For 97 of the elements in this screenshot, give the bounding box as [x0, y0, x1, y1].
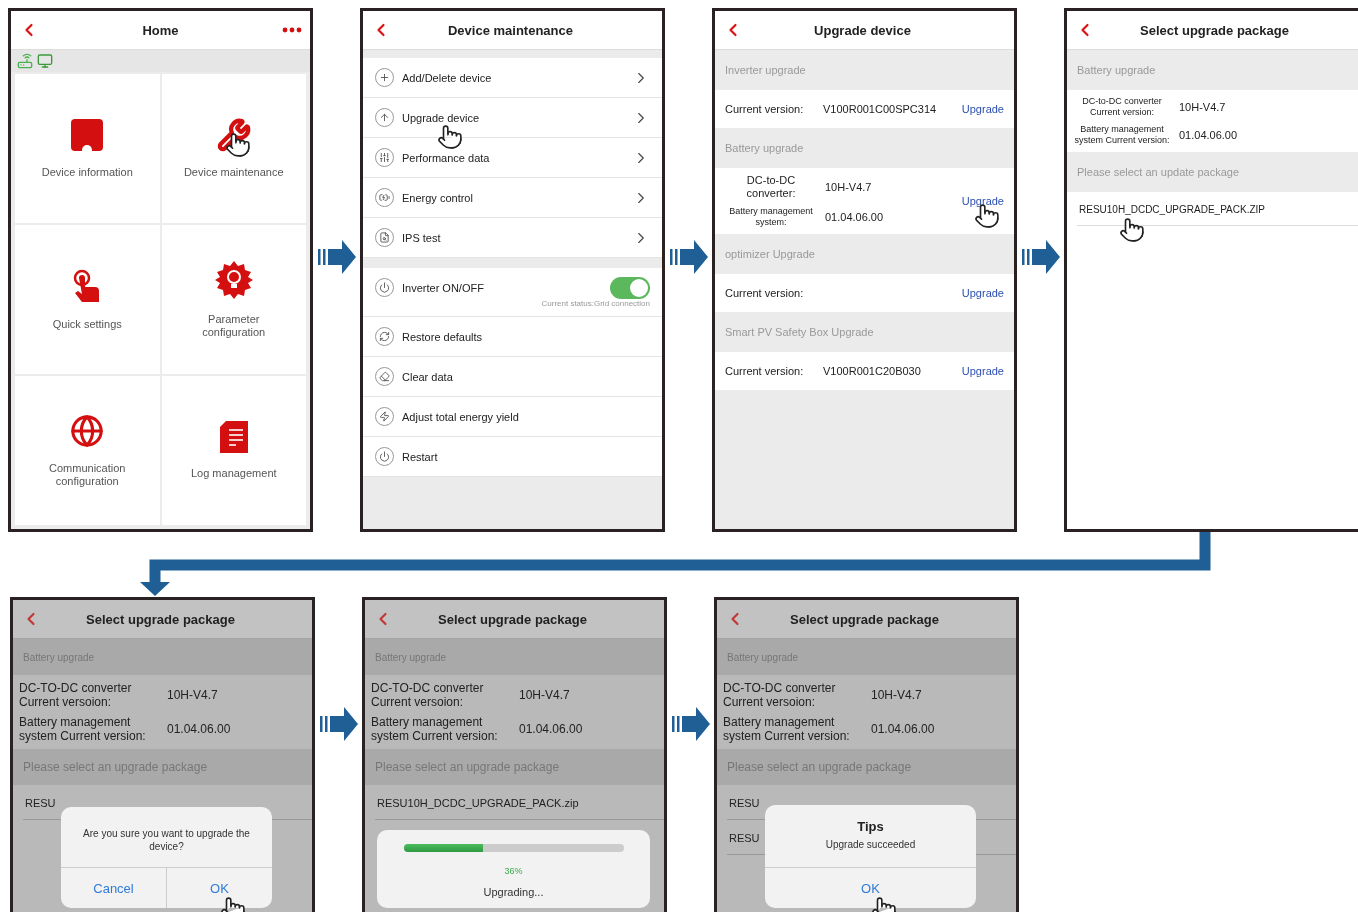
router-icon	[17, 53, 33, 69]
upgrade-link[interactable]: Upgrade	[961, 103, 1004, 115]
field-label: Battery management system Current version:	[723, 715, 851, 743]
field-value: 01.04.06.00	[519, 722, 583, 736]
field-value: 01.04.06.00	[871, 722, 935, 736]
item-label: Restore defaults	[402, 330, 484, 343]
field-value: 01.04.06.00	[825, 211, 884, 223]
menu-item[interactable]: Energy control	[363, 178, 662, 218]
tile-label: Device information	[41, 166, 133, 179]
toggle-switch[interactable]	[610, 276, 650, 299]
upgrade-link[interactable]: Upgrade	[961, 195, 1004, 207]
hand-cursor-icon	[437, 124, 463, 150]
menu-tile[interactable]: Log management	[161, 376, 306, 525]
bulb-gear-icon	[214, 260, 253, 299]
dialog-button[interactable]: OK	[765, 868, 976, 908]
field-label: DC-TO-DC converter Current versoion:	[19, 681, 133, 709]
field-label: DC-TO-DC converter Current versoion:	[371, 681, 485, 709]
dialog-message: Upgrade succeeded	[824, 838, 917, 852]
flow-arrow-icon	[671, 707, 710, 741]
progress-percent: 36%	[504, 866, 523, 876]
field-label: DC-to-DC converter:	[745, 174, 797, 200]
field-label: Battery management system:	[728, 206, 814, 228]
screen-title: Upgrade device	[813, 22, 912, 38]
status-text: Current status:Grid connection	[541, 298, 650, 308]
upgrade-link[interactable]: Upgrade	[961, 287, 1004, 299]
tile-label: Device maintenance	[183, 166, 284, 179]
menu-tile[interactable]: Parameter configuration	[161, 225, 306, 374]
field-label: Battery management system Current version:	[1073, 124, 1171, 146]
dialog-button[interactable]: Cancel	[61, 868, 166, 908]
menu-item[interactable]: Add/Delete device	[363, 58, 662, 98]
menu-item[interactable]: Restart	[363, 437, 662, 477]
tile-label: Quick settings	[52, 318, 122, 331]
menu-tile[interactable]: Device information	[15, 74, 160, 223]
screen-title: Select upgrade package	[789, 611, 940, 627]
field-value: 10H-V4.7	[1179, 101, 1226, 113]
field-value: V100R001C20B030	[823, 365, 921, 377]
item-label: IPS test	[402, 231, 442, 244]
section-header: Battery upgrade	[1067, 50, 1358, 90]
tile-label: Parameter configuration	[201, 312, 267, 339]
menu-tile[interactable]: Quick settings	[15, 225, 160, 374]
item-label: Adjust total energy yield	[402, 410, 520, 423]
field-label: Battery management system Current version:	[371, 715, 499, 743]
item-label: Clear data	[402, 370, 454, 383]
package-item[interactable]: RESU10H_DCDC_UPGRADE_PACK.zip	[375, 785, 664, 820]
hand-cursor-icon	[224, 132, 251, 158]
screen-title: Device maintenance	[447, 22, 574, 38]
monitor-icon	[37, 53, 53, 69]
hand-cursor-icon	[1119, 217, 1145, 243]
field-label: Current version:	[725, 286, 805, 300]
item-label: Performance data	[402, 151, 491, 164]
dialog-button[interactable]: OK	[166, 868, 272, 908]
tile-label: Communication configuration	[48, 461, 127, 488]
menu-item[interactable]: Upgrade device	[363, 98, 662, 138]
item-label: Upgrade device	[402, 111, 481, 124]
wrench-icon	[216, 118, 251, 152]
upgrade-link[interactable]: Upgrade	[961, 365, 1004, 377]
item-label: Restart	[402, 450, 439, 463]
progress-message: Upgrading...	[483, 886, 544, 898]
field-value: 01.04.06.00	[1179, 129, 1238, 141]
item-label: Energy control	[402, 191, 474, 204]
field-label: Current version:	[725, 364, 805, 378]
flow-arrow-icon	[669, 240, 708, 274]
dialog-message: Are you sure you want to upgrade the device?	[82, 827, 251, 854]
field-label: Current version:	[725, 102, 805, 116]
device-icon	[70, 118, 105, 152]
item-label: Add/Delete device	[402, 71, 493, 84]
field-label: Battery management system Current version:	[19, 715, 147, 743]
globe-icon	[70, 413, 105, 448]
menu-item[interactable]: Performance data	[363, 138, 662, 178]
field-value: V100R001C00SPC314	[823, 103, 937, 115]
field-value: 10H-V4.7	[871, 688, 922, 702]
screen-title: Select upgrade package	[437, 611, 588, 627]
menu-tile[interactable]: Device maintenance	[161, 74, 306, 223]
dialog-title: Tips	[857, 818, 884, 834]
flow-arrow-icon	[319, 707, 358, 741]
field-label: DC-TO-DC converter Current versoion:	[723, 681, 837, 709]
flow-arrow-icon	[1021, 240, 1060, 274]
item-label: Inverter ON/OFF	[402, 281, 485, 294]
field-value: 10H-V4.7	[519, 688, 570, 702]
field-value: 01.04.06.00	[167, 722, 231, 736]
menu-item[interactable]: Restore defaults	[363, 317, 662, 357]
more-icon[interactable]	[282, 27, 302, 33]
menu-item[interactable]: IPS test	[363, 218, 662, 258]
menu-tile[interactable]: Communication configuration	[15, 376, 160, 525]
flow-arrow-icon	[317, 240, 356, 274]
screen-title: Select upgrade package	[85, 611, 236, 627]
menu-item[interactable]: Adjust total energy yield	[363, 397, 662, 437]
field-value: 10H-V4.7	[825, 181, 872, 193]
screen-title: Home	[141, 22, 180, 38]
section-header: Please select an update package	[1067, 152, 1358, 192]
package-item[interactable]: RESU10H_DCDC_UPGRADE_PACK.ZIP	[1077, 192, 1358, 226]
screen-title: Select upgrade package	[1139, 22, 1290, 38]
document-icon	[219, 421, 248, 453]
tile-label: Log management	[190, 467, 277, 480]
menu-item[interactable]: Clear data	[363, 357, 662, 397]
field-value: 10H-V4.7	[167, 688, 218, 702]
field-label: DC-to-DC converter Current version:	[1081, 96, 1163, 118]
